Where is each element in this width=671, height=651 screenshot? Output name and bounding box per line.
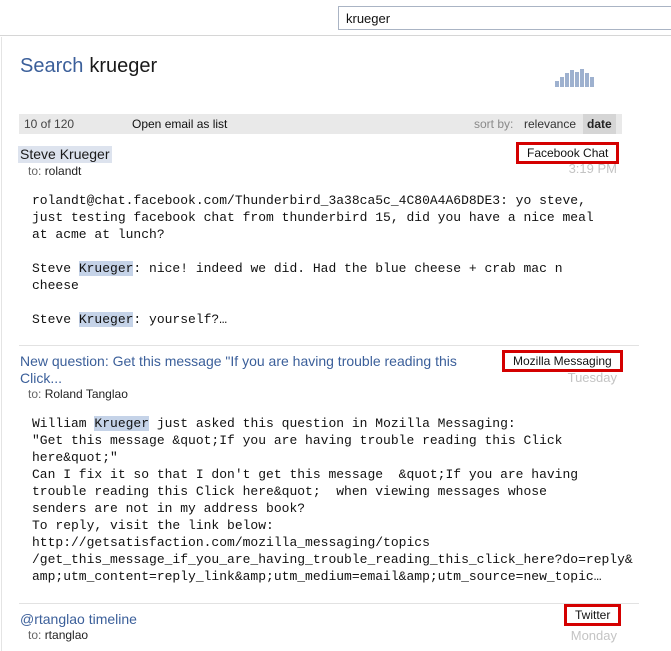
result-date: Monday xyxy=(570,628,617,643)
snippet-text: Can I fix it so that I don't get this me… xyxy=(32,467,579,482)
result-date: Tuesday xyxy=(567,370,617,385)
result-subject[interactable]: @rtanglao timeline xyxy=(20,611,460,628)
snippet-text: William xyxy=(32,416,95,431)
page-title-label: Search xyxy=(20,55,84,77)
result-divider xyxy=(19,345,639,346)
snippet-text: rolandt@chat.facebook.com/Thunderbird_3a… xyxy=(32,193,586,208)
snippet-text: senders are not in my address book? xyxy=(32,501,306,516)
snippet-text: : nice! indeed we did. Had the blue chee… xyxy=(133,261,563,276)
page-title-query: krueger xyxy=(89,55,158,77)
results-toolbar: 10 of 120 Open email as list sort by: re… xyxy=(19,114,622,134)
result-item[interactable]: @rtanglao timeline to: rtanglao Monday T… xyxy=(19,604,639,651)
snippet-text: /get_this_message_if_you_are_having_trou… xyxy=(32,552,633,567)
snippet-text: Steve xyxy=(32,261,79,276)
search-results-page: Search krueger 10 of 120 Open email as li… xyxy=(1,37,671,651)
result-recipient: to: rolandt xyxy=(28,164,82,178)
snippet-text: amp;utm_content=reply_link&amp;utm_mediu… xyxy=(32,569,602,584)
results-timeline-histogram-icon[interactable] xyxy=(555,67,599,87)
result-subject[interactable]: New question: Get this message "If you a… xyxy=(20,353,460,387)
result-source-badge: Mozilla Messaging xyxy=(502,350,623,372)
result-count: 10 of 120 xyxy=(24,117,75,131)
sort-by-label: sort by: xyxy=(474,117,514,131)
snippet-text: just asked this question in Mozilla Mess… xyxy=(149,416,516,431)
result-recipient: to: rtanglao xyxy=(28,628,89,642)
result-item[interactable]: New question: Get this message "If you a… xyxy=(19,350,639,603)
snippet-text: Steve xyxy=(32,312,79,327)
snippet-text: http://getsatisfaction.com/mozilla_messa… xyxy=(32,535,430,550)
snippet-text: here&quot;" xyxy=(32,450,118,465)
result-divider xyxy=(19,603,639,604)
snippet-text: cheese xyxy=(32,278,79,293)
snippet-text: just testing facebook chat from thunderb… xyxy=(32,210,594,225)
snippet-text: To reply, visit the link below: xyxy=(32,518,274,533)
search-term-highlight: Krueger xyxy=(94,416,150,431)
result-snippet: rolandt@chat.facebook.com/Thunderbird_3a… xyxy=(32,192,594,328)
result-subject[interactable]: Steve Krueger xyxy=(18,146,112,163)
snippet-text: at acme at lunch? xyxy=(32,227,165,242)
search-term-highlight: Krueger xyxy=(78,312,134,327)
sort-relevance-button[interactable]: relevance xyxy=(524,117,576,131)
snippet-text: "Get this message &quot;If you are havin… xyxy=(32,433,563,448)
result-source-badge: Twitter xyxy=(564,604,622,626)
search-input[interactable]: krueger xyxy=(338,6,671,30)
result-source-badge: Facebook Chat xyxy=(516,142,620,164)
page-title: Search krueger xyxy=(20,55,157,78)
top-bar: krueger xyxy=(0,0,671,36)
sort-date-button[interactable]: date xyxy=(583,114,616,134)
open-email-as-list-link[interactable]: Open email as list xyxy=(132,117,227,131)
result-recipient: to: Roland Tanglao xyxy=(28,387,128,401)
result-snippet: William Krueger just asked this question… xyxy=(32,415,633,585)
result-item[interactable]: Steve Krueger to: rolandt 3:19 PM Facebo… xyxy=(18,142,639,342)
search-term-highlight: Krueger xyxy=(78,261,134,276)
snippet-text: trouble reading this Click here&quot; wh… xyxy=(32,484,547,499)
snippet-text: : yourself?… xyxy=(133,312,228,327)
